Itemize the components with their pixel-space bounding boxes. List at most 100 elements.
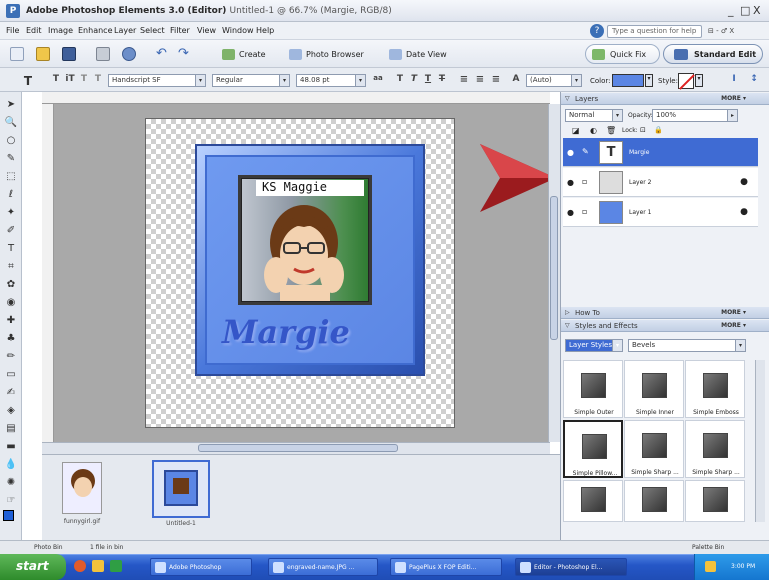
eraser-icon[interactable]: ▭ [4,368,18,381]
effect-tile[interactable]: Simple Inner [624,360,684,418]
hand-tool-icon[interactable]: ○ [4,134,18,147]
taskbar-item[interactable]: Adobe Photoshop [150,558,252,576]
selection-brush-icon[interactable]: ✐ [4,224,18,237]
marquee-tool-icon[interactable]: ⬚ [4,170,18,183]
bold-icon[interactable]: T [394,74,406,87]
pencil-icon[interactable]: ✏ [4,350,18,363]
vertical-scroll-thumb[interactable] [550,196,558,340]
effect-tile[interactable] [563,480,623,522]
taskbar-item[interactable]: PagePlus X FOP Editi... [390,558,502,576]
start-button[interactable]: start [0,554,66,580]
quick-fix-button[interactable]: Quick Fix [585,44,660,64]
gradient-icon[interactable]: ▤ [4,422,18,435]
lasso-tool-icon[interactable]: ℓ [4,188,18,201]
sponge-tool-icon[interactable]: ✺ [4,476,18,489]
menu-layer[interactable]: Layer [114,26,136,35]
eye-icon[interactable]: ● [567,178,574,187]
menu-file[interactable]: File [6,26,19,35]
restore-button[interactable]: □ [740,4,750,17]
effect-tile-selected[interactable]: Simple Pillow... [563,420,623,478]
mdi-controls[interactable]: ⊟ - ♂ X [708,27,734,35]
layers-panel-header[interactable]: ▽ Layers MORE ▾ [561,93,769,105]
shape-tool-icon[interactable]: ▬ [4,440,18,453]
effect-tile[interactable]: Simple Emboss [685,360,745,418]
effect-tile[interactable]: Simple Sharp ... [624,420,684,478]
red-eye-icon[interactable]: ◉ [4,296,18,309]
layer-style-icon[interactable]: ● [740,207,748,217]
crop-tool-icon[interactable]: ⌗ [4,260,18,273]
print-icon[interactable] [96,47,110,61]
menu-image[interactable]: Image [48,26,73,35]
horizontal-scroll-thumb[interactable] [198,444,398,452]
minimize-button[interactable]: _ [728,4,734,17]
move-tool-icon[interactable]: ➤ [4,98,18,111]
open-folder-icon[interactable] [36,47,50,61]
paint-bucket-icon[interactable]: ◈ [4,404,18,417]
how-to-more-button[interactable]: MORE ▾ [721,309,746,316]
style-none-swatch[interactable] [678,73,695,90]
blend-mode-select[interactable]: Normal ▾ [565,109,623,122]
effect-tile[interactable] [685,480,745,522]
smudge-tool-icon[interactable]: ☞ [4,494,18,507]
font-style-select[interactable]: Regular ▾ [212,74,290,87]
cookie-cutter-icon[interactable]: ✿ [4,278,18,291]
menu-filter[interactable]: Filter [170,26,190,35]
magic-wand-icon[interactable]: ✦ [4,206,18,219]
color-dropdown[interactable]: ▾ [645,74,653,87]
align-right-icon[interactable]: ≡ [490,74,502,87]
trash-icon[interactable]: 🗑 [606,126,616,135]
effect-tile[interactable] [624,480,684,522]
horizontal-type-icon[interactable]: T [50,74,62,87]
vertical-type-mask-icon[interactable]: T [92,74,104,87]
font-family-select[interactable]: Handscript SF ▾ [108,74,206,87]
help-icon[interactable]: ? [590,24,604,38]
eyedropper-icon[interactable]: ✎ [4,152,18,165]
layer-row[interactable]: ● ✎ T Margie [563,138,758,167]
layer-row[interactable]: ● ▫ Layer 1 ● [563,198,758,227]
italic-icon[interactable]: T [408,74,420,87]
new-layer-icon[interactable]: ◪ [572,126,580,135]
menu-select[interactable]: Select [140,26,165,35]
photo-bin-toggle[interactable]: Photo Bin [34,544,63,551]
taskbar-item-active[interactable]: Editor - Photoshop El... [515,558,627,576]
underline-icon[interactable]: T [422,74,434,87]
save-icon[interactable] [62,47,76,61]
blur-tool-icon[interactable]: 💧 [4,458,18,471]
layers-more-button[interactable]: MORE ▾ [721,95,746,102]
undo-icon[interactable]: ↶ [156,47,170,61]
taskbar-item[interactable]: engraved-name.JPG ... [268,558,378,576]
effect-tile[interactable]: Simple Outer [563,360,623,418]
new-file-icon[interactable] [10,47,24,61]
redo-icon[interactable]: ↷ [178,47,192,61]
vertical-type-icon[interactable]: iT [64,74,76,87]
adjustment-layer-icon[interactable]: ◐ [590,126,597,135]
align-left-icon[interactable]: ≡ [458,74,470,87]
text-color-swatch[interactable] [612,74,644,87]
close-button[interactable]: X [753,4,761,17]
online-services-icon[interactable] [122,47,136,61]
leading-select[interactable]: (Auto) ▾ [526,74,582,87]
link-icon[interactable]: ▫ [582,177,587,186]
quicklaunch-app-icon[interactable] [110,560,122,572]
layer-style-icon[interactable]: ● [740,177,748,187]
layer-row[interactable]: ● ▫ Layer 2 ● [563,168,758,197]
type-mask-icon[interactable]: T [78,74,90,87]
brush-link-icon[interactable]: ✎ [582,147,589,156]
styles-more-button[interactable]: MORE ▾ [721,322,746,329]
menu-window[interactable]: Window [222,26,254,35]
styles-subcategory-select[interactable]: Bevels ▾ [628,339,746,352]
create-button[interactable]: Create [218,46,271,62]
how-to-panel-header[interactable]: ▷ How To MORE ▾ [561,307,769,319]
link-icon[interactable]: ▫ [582,207,587,216]
styles-category-select[interactable]: Layer Styles ▾ [565,339,623,352]
healing-brush-icon[interactable]: ✚ [4,314,18,327]
opacity-input[interactable]: 100% ▸ [652,109,738,122]
date-view-button[interactable]: Date View [385,46,452,62]
warp-text-icon[interactable]: Ⅰ [728,74,740,87]
quicklaunch-browser-icon[interactable] [74,560,86,572]
palette-bin-toggle[interactable]: Palette Bin [692,544,724,551]
clone-stamp-icon[interactable]: ♣ [4,332,18,345]
eye-icon[interactable]: ● [567,148,574,157]
lock-all-icon[interactable]: 🔒 [654,126,663,134]
align-center-icon[interactable]: ≡ [474,74,486,87]
